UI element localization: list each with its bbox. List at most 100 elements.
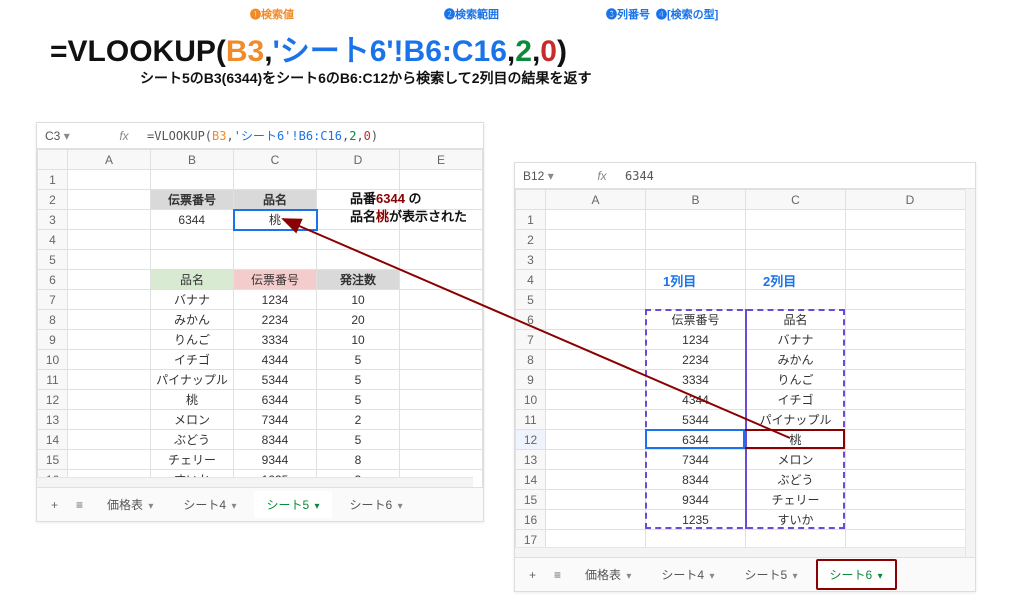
row-header[interactable]: 16: [516, 510, 546, 530]
col-header[interactable]: A: [546, 190, 646, 210]
tab-sheet5[interactable]: シート5 ▾: [254, 491, 331, 518]
cell[interactable]: 5: [317, 430, 400, 450]
cell[interactable]: 3334: [234, 330, 317, 350]
all-sheets-button[interactable]: ≡: [70, 494, 89, 516]
col-header[interactable]: D: [317, 150, 400, 170]
row-header[interactable]: 14: [516, 470, 546, 490]
cell[interactable]: 10: [317, 290, 400, 310]
row-header[interactable]: 15: [516, 490, 546, 510]
cell[interactable]: 5344: [234, 370, 317, 390]
cell[interactable]: 8: [317, 450, 400, 470]
cell[interactable]: 9344: [234, 450, 317, 470]
row-header[interactable]: 3: [38, 210, 68, 230]
horizontal-scrollbar[interactable]: [515, 547, 965, 557]
row-header[interactable]: 13: [516, 450, 546, 470]
add-sheet-button[interactable]: +: [523, 564, 542, 586]
cell[interactable]: メロン: [151, 410, 234, 430]
horizontal-scrollbar[interactable]: [37, 477, 473, 487]
cell[interactable]: 桃: [151, 390, 234, 410]
cell[interactable]: 5: [317, 370, 400, 390]
row-header[interactable]: 15: [38, 450, 68, 470]
col-header[interactable]: C: [234, 150, 317, 170]
cell[interactable]: 桃: [746, 430, 846, 450]
name-box[interactable]: B12 ▾: [515, 169, 585, 183]
cell[interactable]: 4344: [234, 350, 317, 370]
cell[interactable]: 品名: [151, 270, 234, 290]
select-all-cell[interactable]: [38, 150, 68, 170]
tab-sheet4[interactable]: シート4 ▾: [171, 491, 248, 518]
col-header[interactable]: A: [68, 150, 151, 170]
cell[interactable]: みかん: [746, 350, 846, 370]
row-header[interactable]: 7: [38, 290, 68, 310]
cell[interactable]: メロン: [746, 450, 846, 470]
row-header[interactable]: 9: [516, 370, 546, 390]
row-header[interactable]: 8: [516, 350, 546, 370]
cell[interactable]: パイナップル: [151, 370, 234, 390]
cell[interactable]: 9344: [646, 490, 746, 510]
cell[interactable]: パイナップル: [746, 410, 846, 430]
tab-pricelist[interactable]: 価格表 ▾: [573, 561, 643, 588]
formula-input[interactable]: =VLOOKUP(B3,'シート6'!B6:C16,2,0): [141, 127, 483, 144]
name-box-dropdown-icon[interactable]: ▾: [64, 129, 70, 143]
cell[interactable]: イチゴ: [746, 390, 846, 410]
row-header[interactable]: 8: [38, 310, 68, 330]
tab-sheet5[interactable]: シート5 ▾: [732, 561, 809, 588]
tab-sheet4[interactable]: シート4 ▾: [649, 561, 726, 588]
cell-b3[interactable]: 6344: [151, 210, 234, 230]
cell[interactable]: バナナ: [746, 330, 846, 350]
cell[interactable]: 5344: [646, 410, 746, 430]
row-header[interactable]: 6: [516, 310, 546, 330]
row-header[interactable]: 4: [38, 230, 68, 250]
cell[interactable]: 伝票番号: [646, 310, 746, 330]
cell[interactable]: イチゴ: [151, 350, 234, 370]
cell[interactable]: 品名: [746, 310, 846, 330]
cell[interactable]: 8344: [646, 470, 746, 490]
all-sheets-button[interactable]: ≡: [548, 564, 567, 586]
row-header[interactable]: 12: [516, 430, 546, 450]
tab-pricelist[interactable]: 価格表 ▾: [95, 491, 165, 518]
cell[interactable]: 2234: [646, 350, 746, 370]
row-header[interactable]: 3: [516, 250, 546, 270]
cell[interactable]: すいか: [746, 510, 846, 530]
name-box-dropdown-icon[interactable]: ▾: [548, 169, 554, 183]
cell[interactable]: 2: [317, 410, 400, 430]
row-header[interactable]: 6: [38, 270, 68, 290]
row-header[interactable]: 1: [38, 170, 68, 190]
col-header[interactable]: E: [400, 150, 483, 170]
formula-input[interactable]: 6344: [619, 169, 975, 183]
cell[interactable]: 発注数: [317, 270, 400, 290]
cell[interactable]: 8344: [234, 430, 317, 450]
cell[interactable]: 1235: [646, 510, 746, 530]
row-header[interactable]: 2: [516, 230, 546, 250]
sheet6-grid[interactable]: A B C D 1 2 3 4 5 6伝票番号品名 71234バナナ82234み…: [515, 189, 975, 550]
tab-sheet6[interactable]: シート6 ▾: [338, 491, 415, 518]
row-header[interactable]: 4: [516, 270, 546, 290]
row-header[interactable]: 1: [516, 210, 546, 230]
row-header[interactable]: 10: [38, 350, 68, 370]
cell[interactable]: 10: [317, 330, 400, 350]
cell[interactable]: 伝票番号: [151, 190, 234, 210]
name-box[interactable]: C3 ▾: [37, 129, 107, 143]
col-header[interactable]: D: [846, 190, 975, 210]
row-header[interactable]: 2: [38, 190, 68, 210]
row-header[interactable]: 5: [516, 290, 546, 310]
row-header[interactable]: 14: [38, 430, 68, 450]
cell[interactable]: 5: [317, 350, 400, 370]
col-header[interactable]: C: [746, 190, 846, 210]
cell[interactable]: みかん: [151, 310, 234, 330]
col-header[interactable]: B: [151, 150, 234, 170]
row-header[interactable]: 13: [38, 410, 68, 430]
cell-c3-active[interactable]: 桃: [234, 210, 317, 230]
cell[interactable]: 品名: [234, 190, 317, 210]
cell[interactable]: ぶどう: [746, 470, 846, 490]
row-header[interactable]: 7: [516, 330, 546, 350]
cell[interactable]: りんご: [746, 370, 846, 390]
cell[interactable]: 20: [317, 310, 400, 330]
row-header[interactable]: 10: [516, 390, 546, 410]
cell[interactable]: バナナ: [151, 290, 234, 310]
tab-sheet6[interactable]: シート6 ▾: [816, 559, 897, 590]
cell[interactable]: 2234: [234, 310, 317, 330]
row-header[interactable]: 12: [38, 390, 68, 410]
row-header[interactable]: 9: [38, 330, 68, 350]
cell[interactable]: 7344: [234, 410, 317, 430]
